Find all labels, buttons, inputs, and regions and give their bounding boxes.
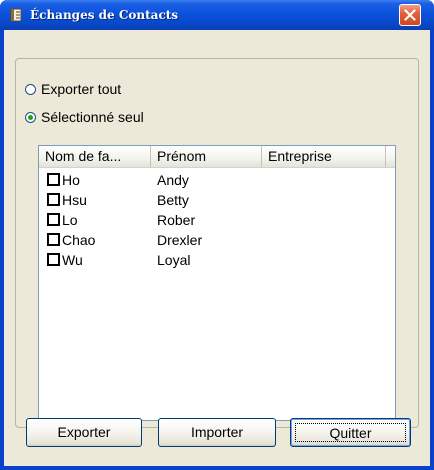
list-header: Nom de fa... Prénom Entreprise <box>39 146 395 168</box>
cell-first-name: Andy <box>157 172 189 188</box>
radio-selected-only-label: Sélectionné seul <box>41 109 144 125</box>
column-header-first-name[interactable]: Prénom <box>151 146 262 167</box>
radio-export-all-label: Exporter tout <box>41 81 122 97</box>
dialog-window: Échanges de Contacts Exporter tout Sélec… <box>0 0 434 470</box>
column-header-last-name[interactable]: Nom de fa... <box>39 146 151 167</box>
table-row[interactable]: Hsu Betty <box>39 190 395 210</box>
cell-last-name: Wu <box>62 252 83 268</box>
table-row[interactable]: Wu Loyal <box>39 250 395 270</box>
quit-button-label: Quitter <box>295 423 406 442</box>
close-icon <box>404 9 416 21</box>
address-book-icon <box>10 8 22 22</box>
row-checkbox[interactable] <box>47 253 60 266</box>
quit-button[interactable]: Quitter <box>290 418 411 447</box>
cell-first-name: Drexler <box>157 232 203 248</box>
title-bar[interactable]: Échanges de Contacts <box>0 0 434 30</box>
cell-first-name: Betty <box>157 192 189 208</box>
radio-selected-only[interactable]: Sélectionné seul <box>25 108 144 126</box>
table-row[interactable]: Chao Drexler <box>39 230 395 250</box>
cell-last-name: Ho <box>62 172 80 188</box>
row-checkbox[interactable] <box>47 233 60 246</box>
contact-list[interactable]: Nom de fa... Prénom Entreprise Ho Andy H… <box>38 145 396 421</box>
cell-last-name: Lo <box>62 212 78 228</box>
cell-first-name: Loyal <box>157 252 191 268</box>
row-checkbox[interactable] <box>47 193 60 206</box>
table-row[interactable]: Ho Andy <box>39 170 395 190</box>
dialog-client-area: Exporter tout Sélectionné seul Nom de fa… <box>4 30 430 466</box>
radio-export-all[interactable]: Exporter tout <box>25 80 121 98</box>
import-button[interactable]: Importer <box>158 418 276 447</box>
column-header-company[interactable]: Entreprise <box>262 146 386 167</box>
radio-selected-only-indicator[interactable] <box>25 111 36 123</box>
table-row[interactable]: Lo Rober <box>39 210 395 230</box>
window-title: Échanges de Contacts <box>30 8 179 22</box>
cell-first-name: Rober <box>157 212 196 228</box>
cell-last-name: Hsu <box>62 192 87 208</box>
radio-export-all-indicator[interactable] <box>25 83 36 95</box>
row-checkbox[interactable] <box>47 213 60 226</box>
export-button[interactable]: Exporter <box>26 418 142 447</box>
close-button[interactable] <box>399 4 421 26</box>
cell-last-name: Chao <box>62 232 96 248</box>
row-checkbox[interactable] <box>47 173 60 186</box>
